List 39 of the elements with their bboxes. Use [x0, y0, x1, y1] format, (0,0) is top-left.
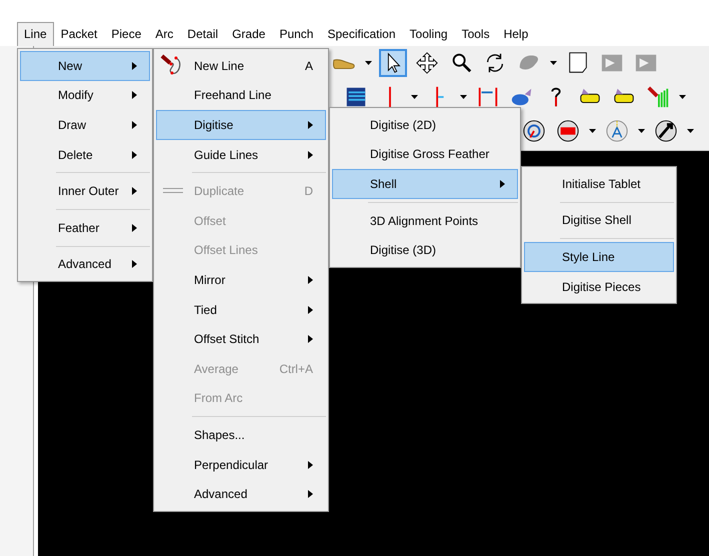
menu-item[interactable]: Advanced — [156, 479, 326, 509]
menu-bar-item[interactable]: Specification — [320, 22, 403, 46]
menu-item[interactable]: Modify — [20, 80, 150, 110]
menu-bar-item[interactable]: Detail — [180, 22, 226, 46]
menu-item[interactable]: Tied — [156, 294, 326, 324]
double-line-icon — [163, 188, 183, 194]
menu-bar-item[interactable]: Grade — [225, 22, 272, 46]
menu-bar-item[interactable]: Line — [17, 22, 54, 46]
menu-item[interactable]: New — [20, 51, 150, 81]
menu-item[interactable]: Style Line — [524, 242, 674, 272]
menu-bar-item[interactable]: Packet — [54, 22, 104, 46]
menu-bar-item[interactable]: Piece — [104, 22, 148, 46]
menu-item[interactable]: Guide Lines — [156, 140, 326, 170]
menu-bar-item[interactable]: Tools — [454, 22, 497, 46]
menu-bar-item[interactable]: Arc — [148, 22, 180, 46]
menu-item[interactable]: Shell — [332, 169, 518, 199]
menu-bar-item[interactable]: Tooling — [402, 22, 455, 46]
menu-item[interactable]: Digitise Shell — [524, 206, 674, 236]
menu-item[interactable]: Draw — [20, 110, 150, 140]
menu-item[interactable]: Initialise Tablet — [524, 169, 674, 199]
menu-item[interactable]: Freehand Line — [156, 80, 326, 110]
menu-item[interactable]: Digitise Gross Feather — [332, 140, 518, 170]
menu-item[interactable]: Perpendicular — [156, 450, 326, 480]
menu-bar-item[interactable]: Punch — [272, 22, 320, 46]
menu-item[interactable]: Inner Outer — [20, 176, 150, 206]
menu-item[interactable]: Digitise (2D) — [332, 110, 518, 140]
menu-item[interactable]: Offset Stitch — [156, 324, 326, 354]
menu-item[interactable]: Digitise (3D) — [332, 235, 518, 265]
menu-item[interactable]: Shapes... — [156, 420, 326, 450]
menu-item[interactable]: Mirror — [156, 265, 326, 295]
menu-item[interactable]: Digitise Pieces — [524, 272, 674, 302]
pointer-icon[interactable] — [379, 49, 407, 77]
menu-item[interactable]: 3D Alignment Points — [332, 206, 518, 236]
menu-bar-item[interactable]: Help — [496, 22, 536, 46]
menu-item[interactable]: New Line A — [156, 51, 326, 81]
menu-item[interactable]: Feather — [20, 212, 150, 243]
menu-item[interactable]: Delete — [20, 140, 150, 170]
menu-item[interactable]: Advanced — [20, 250, 150, 280]
menu-item[interactable]: Digitise — [156, 110, 326, 140]
